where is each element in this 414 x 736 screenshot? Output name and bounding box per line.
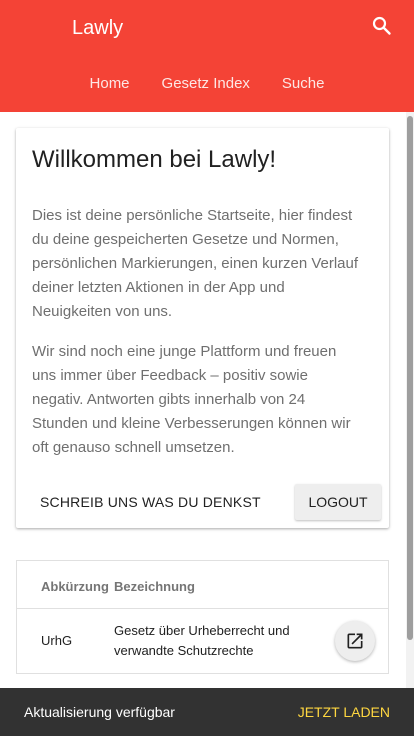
main-nav: Home Gesetz Index Suche	[0, 64, 414, 104]
welcome-text-feedback: Wir sind noch eine junge Plattform und f…	[32, 343, 351, 456]
search-icon[interactable]	[370, 14, 394, 38]
nav-suche[interactable]: Suche	[266, 64, 341, 104]
app-title: Lawly	[72, 17, 124, 39]
update-snackbar: Aktualisierung verfügbar Jetzt laden	[0, 688, 414, 736]
table-header: Abkürzung Bezeichnung	[17, 561, 388, 609]
nav-gesetz-index[interactable]: Gesetz Index	[146, 64, 266, 104]
feedback-button[interactable]: Schreib uns was du denkst	[32, 484, 269, 520]
cell-abbreviation: UrhG	[41, 633, 73, 648]
cell-name: Gesetz über Urheberrecht und verwandte S…	[114, 623, 290, 658]
logout-button[interactable]: Logout	[295, 484, 381, 520]
column-header-bezeichnung: Bezeichnung	[114, 579, 195, 594]
open-in-new-icon[interactable]	[335, 621, 375, 661]
table-row: UrhG Gesetz über Urheberrecht und verwan…	[17, 609, 388, 673]
welcome-text-intro: Dies ist deine persönliche Startseite, h…	[32, 207, 359, 320]
scrollbar-thumb[interactable]	[407, 116, 413, 640]
scrollbar[interactable]	[406, 112, 414, 688]
nav-home[interactable]: Home	[74, 64, 146, 104]
reload-button[interactable]: Jetzt laden	[298, 688, 390, 736]
welcome-title: Willkommen bei Lawly!	[32, 146, 277, 173]
app-bar: Lawly Home Gesetz Index Suche	[0, 0, 414, 112]
welcome-card: Willkommen bei Lawly! Dies ist deine per…	[16, 128, 389, 528]
snackbar-message: Aktualisierung verfügbar	[24, 704, 175, 720]
laws-table: Abkürzung Bezeichnung UrhG Gesetz über U…	[16, 560, 389, 674]
main-content: Willkommen bei Lawly! Dies ist deine per…	[0, 112, 414, 688]
column-header-abkuerzung: Abkürzung	[41, 579, 109, 594]
